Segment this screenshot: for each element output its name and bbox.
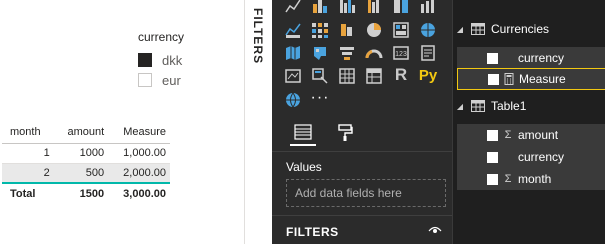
svg-text:123: 123 [395,51,407,58]
column-header-measure[interactable]: Measure [108,121,170,144]
table-node-currencies[interactable]: ◢ Currencies [453,18,602,40]
table-row[interactable]: 2 500 2,000.00 [2,163,170,183]
filters-strip-label[interactable]: FILTERS [251,8,265,64]
table-icon [471,100,485,112]
column-header-amount[interactable]: amount [53,121,109,144]
field-checkbox[interactable] [488,73,499,85]
collapse-caret-icon[interactable]: ◢ [453,102,467,111]
scatter-icon[interactable] [338,21,356,39]
field-label: month [518,172,552,186]
slicer-title: currency [138,30,185,44]
field-item-currency[interactable]: currency [457,47,605,69]
waterfall-icon[interactable] [311,21,329,39]
clustered-column-icon[interactable] [311,0,329,14]
total-label: Total [2,182,54,204]
paint-roller-icon [338,124,353,141]
fields-well-icon [294,124,312,140]
field-label: Measure [519,72,566,86]
table-header-row: month amount Measure [2,121,170,144]
slicer-item-label: dkk [162,52,183,68]
donut-icon[interactable] [392,21,410,39]
pie-icon[interactable] [365,21,383,39]
line-column-icon[interactable] [419,0,437,14]
report-canvas: currency dkk eur month amount Measure 1 … [0,0,244,244]
collapse-caret-icon[interactable]: ◢ [453,25,467,34]
gauge-icon[interactable] [365,44,383,62]
table-cell: 1,000.00 [108,143,170,164]
card-icon[interactable]: 123 [392,44,410,62]
total-measure: 3,000.00 [108,182,170,204]
values-drop-zone[interactable]: Add data fields here [286,179,446,207]
calculator-icon [504,73,514,85]
map-icon[interactable] [284,44,302,62]
field-checkbox[interactable] [487,151,498,163]
eye-icon[interactable] [428,225,442,235]
table-name: Table1 [491,99,527,113]
filters-section-label: FILTERS [286,225,339,239]
table-cell: 500 [53,163,109,183]
visualizations-pane: 123 R Py ··· Values Add data fields here… [272,0,452,244]
r-visual-icon[interactable]: R [392,65,410,84]
stacked-bar-icon[interactable] [284,0,302,14]
table-cell: 2,000.00 [108,163,170,183]
slicer-checkbox-unchecked[interactable] [138,73,152,87]
globe-icon[interactable] [284,91,302,109]
filled-map-icon[interactable] [311,44,329,62]
table-icon[interactable] [338,67,356,85]
treemap-icon[interactable] [419,21,437,39]
table-icon [471,23,485,35]
sigma-icon: Σ [504,129,512,141]
funnel-icon[interactable] [338,44,356,62]
filters-pane-collapsed[interactable]: FILTERS [244,0,272,244]
tab-format[interactable] [332,120,358,146]
slicer-item-eur[interactable]: eur [138,70,184,90]
table-name: Currencies [491,22,550,36]
field-label: amount [518,128,559,142]
currency-slicer: currency dkk eur [138,30,184,90]
ribbon-icon[interactable] [284,21,302,39]
field-item-measure[interactable]: Measure [457,68,605,90]
column-100-icon[interactable] [392,0,410,14]
field-checkbox[interactable] [487,129,498,141]
field-label: currency [518,150,565,164]
visualization-tabs [272,116,452,152]
values-well-label: Values [286,160,322,174]
field-item-month[interactable]: Σ month [457,168,605,190]
python-visual-icon[interactable]: Py [419,66,437,84]
fields-pane: ◢ Currencies currency Measure ◢ Table1 Σ… [452,0,605,244]
clustered-bar-icon[interactable] [365,0,383,14]
matrix-icon[interactable] [365,67,383,85]
more-icon[interactable]: ··· [311,89,329,107]
stacked-bar-100-icon[interactable] [338,0,356,14]
table-row[interactable]: 1 1000 1,000.00 [2,143,170,164]
slicer-checkbox-checked[interactable] [138,53,152,67]
field-item-amount[interactable]: Σ amount [457,124,605,146]
field-label: currency [518,51,565,65]
table-total-row: Total 1500 3,000.00 [2,182,170,204]
table-cell: 2 [2,163,54,183]
table-cell: 1000 [53,143,109,164]
table-cell: 1 [2,143,54,164]
sigma-icon: Σ [504,173,512,185]
column-header-month[interactable]: month [2,121,54,144]
slicer-item-dkk[interactable]: dkk [138,50,184,70]
slicer-item-label: eur [162,72,181,88]
table-node-table1[interactable]: ◢ Table1 [453,95,602,117]
tab-fields-well[interactable] [290,120,316,146]
kpi-icon[interactable] [284,67,302,85]
field-checkbox[interactable] [487,173,498,185]
filters-section: FILTERS [272,215,452,244]
table-visual[interactable]: month amount Measure 1 1000 1,000.00 2 5… [2,121,170,204]
total-amount: 1500 [53,182,109,204]
slicer-icon[interactable] [311,67,329,85]
field-checkbox[interactable] [487,52,498,64]
multirow-card-icon[interactable] [419,44,437,62]
field-item-currency[interactable]: currency [457,146,605,168]
